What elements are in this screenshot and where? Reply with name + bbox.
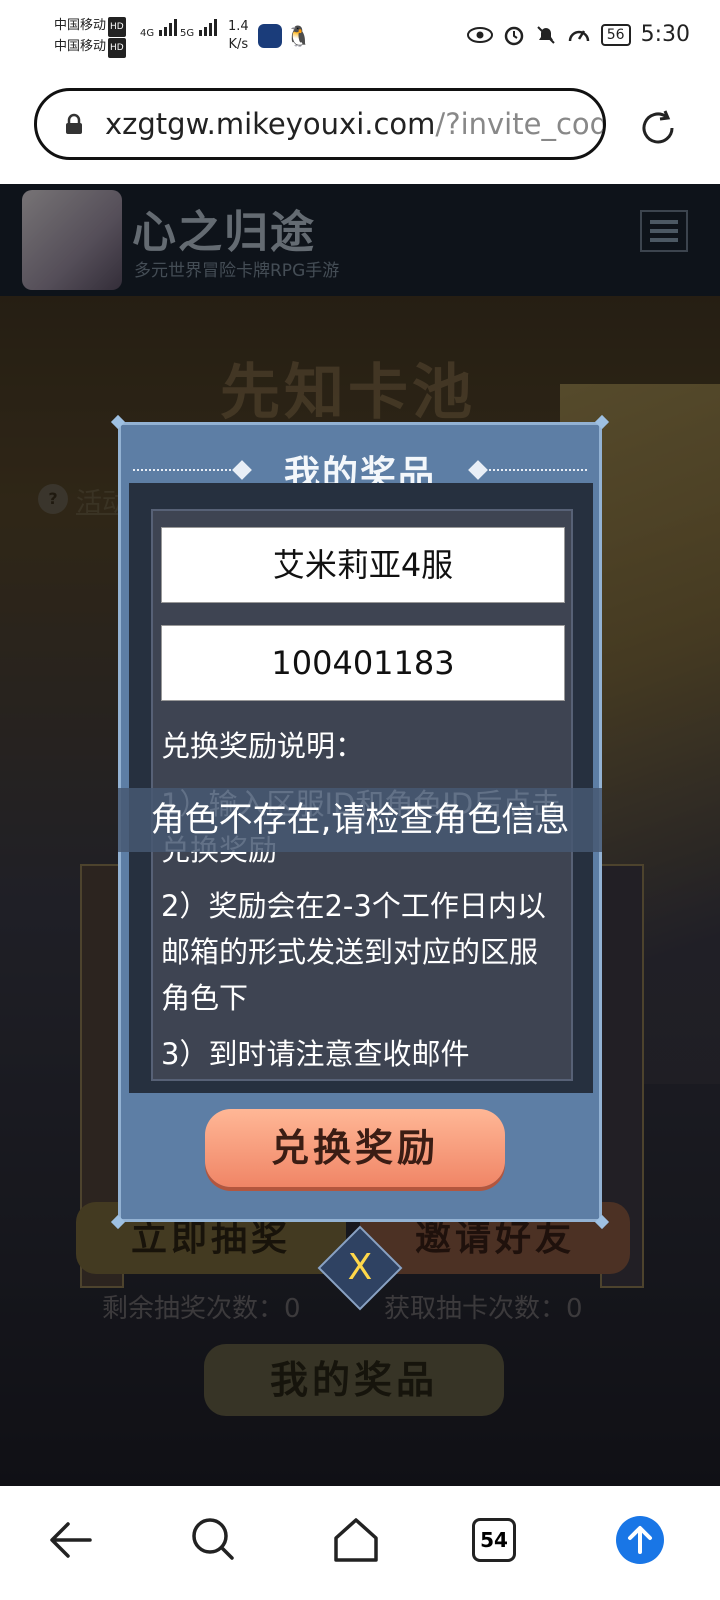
address-bar[interactable]: xzgtgw.mikeyouxi.com/?invite_cod (34, 88, 606, 160)
robot-app-icon (258, 24, 282, 48)
hd-badge-2: HD (108, 38, 126, 58)
signal-icon (159, 19, 178, 36)
network-5g: 5G (180, 18, 219, 39)
url-host: xzgtgw.mikeyouxi.com (105, 107, 436, 141)
home-icon[interactable] (324, 1508, 388, 1572)
status-right-icons: 56 5:30 (466, 22, 690, 47)
search-icon[interactable] (182, 1508, 246, 1572)
net-speed: 1.4 K/s (228, 18, 249, 54)
network-5g-label: 5G (180, 28, 195, 39)
net-speed-unit: K/s (228, 37, 249, 52)
upload-icon[interactable] (608, 1508, 672, 1572)
redeem-button[interactable]: 兑换奖励 (205, 1109, 505, 1187)
hd-badge-1: HD (108, 17, 126, 37)
role-id-field[interactable]: 100401183 (161, 625, 565, 701)
url-text: xzgtgw.mikeyouxi.com/?invite_cod (105, 107, 606, 141)
battery-icon: 56 (600, 23, 631, 46)
qq-icon: 🐧 (286, 24, 311, 48)
speedometer-icon (568, 29, 590, 41)
browser-bottom-nav: 54 (0, 1486, 720, 1600)
url-path: /?invite_cod (435, 107, 606, 141)
eye-icon (466, 26, 493, 43)
carrier-info: 中国移动 HD 中国移动 HD (54, 16, 126, 58)
tabs-counter-icon[interactable]: 54 (472, 1518, 516, 1562)
back-icon[interactable] (40, 1508, 104, 1572)
close-icon: X (347, 1247, 373, 1288)
reload-icon[interactable] (638, 108, 678, 148)
signal-icon-2 (199, 19, 218, 36)
instructions-title: 兑换奖励说明： (161, 729, 365, 763)
alarm-icon (504, 26, 524, 45)
network-4g-label: 4G (140, 28, 155, 39)
clock: 5:30 (640, 22, 690, 47)
browser-toolbar: xzgtgw.mikeyouxi.com/?invite_cod (0, 72, 720, 184)
mute-icon (537, 25, 555, 44)
network-4g: 4G (140, 18, 179, 39)
carrier-2: 中国移动 (54, 39, 107, 54)
instruction-2: 2）奖励会在2-3个工作日内以邮箱的形式发送到对应的区服角色下 (161, 889, 546, 1015)
instruction-3: 3）到时请注意查收邮件 (161, 1037, 470, 1071)
status-bar: 中国移动 HD 中国移动 HD 4G 5G 1.4 K/s 🐧 56 5:30 (0, 0, 720, 72)
web-content: 心之归途 多元世界冒险卡牌RPG手游 先知卡池 ? 活动 立即抽奖 邀请好友 剩… (0, 184, 720, 1486)
net-speed-value: 1.4 (228, 19, 249, 34)
error-toast: 角色不存在,请检查角色信息 (118, 788, 602, 852)
carrier-1: 中国移动 (54, 18, 107, 33)
server-field[interactable]: 艾米莉亚4服 (161, 527, 565, 603)
lock-icon (66, 113, 82, 134)
